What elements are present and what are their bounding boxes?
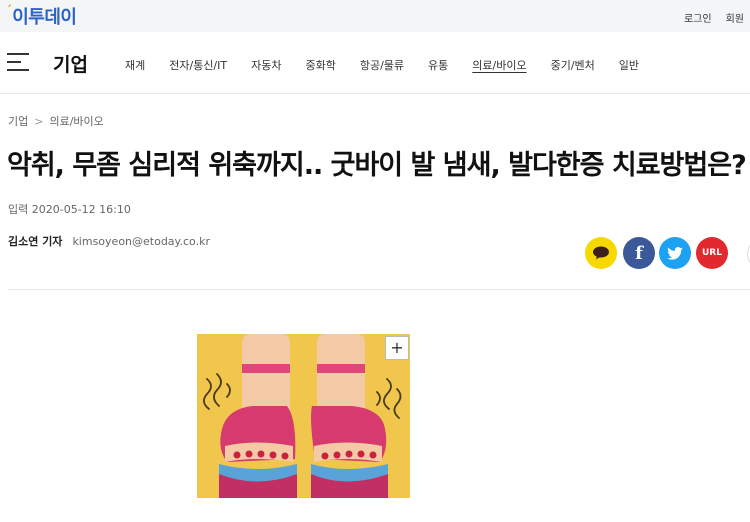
section-title[interactable]: 기업 [53, 50, 88, 77]
facebook-icon: f [635, 242, 643, 264]
subnav-item-chemical[interactable]: 중화학 [305, 59, 335, 72]
url-label: URL [702, 248, 722, 258]
logo-mark-icon: ′ [8, 3, 12, 19]
breadcrumb-current[interactable]: 의료/바이오 [49, 115, 103, 128]
twitter-bird-icon [667, 246, 683, 260]
logo-text: 이투데이 [12, 7, 77, 28]
signup-link[interactable]: 회원 [726, 14, 744, 25]
subnav-item-retail[interactable]: 유통 [428, 59, 448, 72]
subnav-item-medical[interactable]: 의료/바이오 [472, 59, 526, 72]
site-logo[interactable]: ′이투데이 [8, 3, 77, 29]
top-links: 로그인 회원 [684, 10, 750, 25]
url-copy-button[interactable]: URL [696, 237, 728, 269]
breadcrumb-chevron-icon: > [34, 115, 44, 128]
login-link[interactable]: 로그인 [684, 14, 712, 25]
article-photo[interactable] [197, 334, 410, 498]
author-email[interactable]: kimsoyeon@etoday.co.kr [72, 235, 210, 248]
subnav-item-aviation[interactable]: 항공/물류 [360, 59, 404, 72]
subnav-item-venture[interactable]: 중기/벤처 [551, 59, 595, 72]
subnav-item-jaegye[interactable]: 재계 [125, 59, 145, 72]
byline: 김소연 기자 kimsoyeon@etoday.co.kr [8, 233, 210, 249]
kakao-share-button[interactable] [585, 237, 617, 269]
menu-icon[interactable] [7, 53, 29, 71]
subnav-item-auto[interactable]: 자동차 [251, 59, 281, 72]
category-bar: 기업 재계 전자/통신/IT 자동차 중화학 항공/물류 유통 의료/바이오 중기/벤처 일반 [0, 33, 750, 94]
feet-sandals-illustration [197, 334, 410, 498]
facebook-share-button[interactable]: f [623, 237, 655, 269]
author-name: 김소연 기자 [8, 235, 63, 248]
header-divider [8, 289, 750, 290]
twitter-share-button[interactable] [659, 237, 691, 269]
speech-bubble-icon [593, 246, 609, 260]
breadcrumb-root[interactable]: 기업 [8, 115, 28, 128]
subnav-item-electronics[interactable]: 전자/통신/IT [169, 59, 227, 72]
article-headline: 악취, 무좀 심리적 위축까지.. 굿바이 발 냄새, 발다한증 치료방법은? [7, 150, 747, 181]
subnav-item-general[interactable]: 일반 [619, 59, 639, 72]
section-subnav: 재계 전자/통신/IT 자동차 중화학 항공/물류 유통 의료/바이오 중기/벤처 일반 [125, 57, 663, 73]
article-date: 입력 2020-05-12 16:10 [8, 203, 131, 216]
breadcrumb: 기업 > 의료/바이오 [8, 113, 104, 129]
zoom-button[interactable]: + [385, 336, 409, 360]
top-bar: ′이투데이 로그인 회원 [0, 0, 750, 32]
